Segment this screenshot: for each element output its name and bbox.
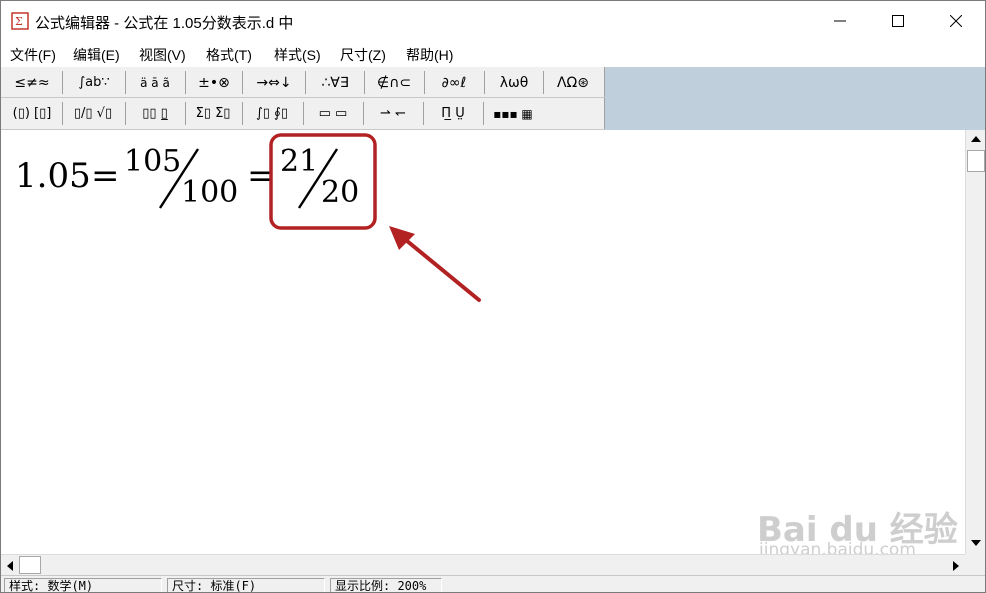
toolbar-divider: [423, 102, 424, 125]
menu-file[interactable]: 文件(F): [10, 45, 56, 65]
toolbar-divider: [185, 71, 186, 94]
watermark-url: jingyan.baidu.com: [759, 540, 916, 554]
menu-size[interactable]: 尺寸(Z): [340, 45, 386, 65]
arrow-symbols-button[interactable]: →⇔↓: [246, 70, 302, 95]
scrollbar-corner: [965, 554, 985, 575]
toolbar-divider: [242, 71, 243, 94]
labeled-arrow-templates-button[interactable]: ⇀ ↽: [367, 101, 419, 126]
toolbar-area: ≤≠≈ ∫ab∵ ä ā ã ±•⊗ →⇔↓ ∴∀∃ ∉∩⊂ ∂∞ℓ λωθ Λ…: [1, 67, 985, 130]
maximize-icon: [892, 15, 904, 27]
menu-help[interactable]: 帮助(H): [406, 45, 453, 65]
fraction1-denominator[interactable]: 100: [181, 175, 238, 210]
status-style: 样式: 数学(M): [4, 578, 162, 592]
subscript-superscript-templates-button[interactable]: ▯▯ ▯̲: [129, 101, 181, 126]
svg-text:Σ: Σ: [15, 15, 23, 28]
status-zoom: 显示比例: 200%: [330, 578, 442, 592]
toolbar-divider: [125, 102, 126, 125]
toolbar-divider: [364, 71, 365, 94]
embellishments-button[interactable]: ä ā ã: [129, 70, 181, 95]
products-set-templates-button[interactable]: Π̲ Ṳ: [427, 101, 479, 126]
toolbar-divider: [305, 71, 306, 94]
maximize-button[interactable]: [869, 1, 927, 41]
equation-lhs[interactable]: 1.05: [15, 156, 91, 196]
toolbar-divider: [62, 71, 63, 94]
minimize-button[interactable]: [811, 1, 869, 41]
window-title: 公式编辑器 - 公式在 1.05分数表示.d 中: [35, 15, 294, 32]
set-theory-symbols-button[interactable]: ∉∩⊂: [368, 70, 420, 95]
underbar-overbar-templates-button[interactable]: ▭ ▭: [307, 101, 359, 126]
toolbar-divider: [62, 102, 63, 125]
fraction-radical-templates-button[interactable]: ▯/▯ √▯: [67, 101, 119, 126]
spaces-ellipses-button[interactable]: ∫ab∵: [67, 70, 121, 95]
close-icon: [950, 15, 962, 27]
summation-templates-button[interactable]: Σ▯ Σ▯: [187, 101, 239, 126]
misc-symbols-button[interactable]: ∂∞ℓ: [428, 70, 480, 95]
menu-edit[interactable]: 编辑(E): [73, 45, 120, 65]
minimize-icon: [834, 20, 846, 22]
toolbar-divider: [484, 71, 485, 94]
toolbar-divider: [424, 71, 425, 94]
logical-symbols-button[interactable]: ∴∀∃: [309, 70, 361, 95]
toolbar-divider: [185, 102, 186, 125]
toolbar-divider: [363, 102, 364, 125]
operator-symbols-button[interactable]: ±•⊗: [189, 70, 239, 95]
scroll-right-icon[interactable]: [951, 560, 961, 572]
toolbar-divider: [483, 102, 484, 125]
menu-format[interactable]: 格式(T): [206, 45, 252, 65]
equation-canvas[interactable]: 1.05 = 105 100 = 21 20 Bai du 经验 jingyan…: [1, 130, 965, 554]
menu-view[interactable]: 视图(V): [139, 45, 186, 65]
greek-lowercase-button[interactable]: λωθ: [488, 70, 540, 95]
vertical-scrollbar[interactable]: [965, 130, 985, 554]
scroll-left-icon[interactable]: [5, 560, 15, 572]
vertical-scroll-thumb[interactable]: [967, 150, 985, 172]
greek-uppercase-button[interactable]: ΛΩ⊛: [547, 70, 599, 95]
toolbar-divider: [242, 102, 243, 125]
horizontal-scroll-thumb[interactable]: [19, 556, 41, 574]
close-button[interactable]: [927, 1, 985, 41]
red-arrow-icon: [389, 226, 481, 302]
equation-editor-window: Σ 公式编辑器 - 公式在 1.05分数表示.d 中 文件(F) 编辑(E) 视…: [0, 0, 986, 593]
symbol-palette-row: ≤≠≈ ∫ab∵ ä ā ã ±•⊗ →⇔↓ ∴∀∃ ∉∩⊂ ∂∞ℓ λωθ Λ…: [1, 67, 605, 98]
symbol-template-palette: ≤≠≈ ∫ab∵ ä ā ã ±•⊗ →⇔↓ ∴∀∃ ∉∩⊂ ∂∞ℓ λωθ Λ…: [1, 67, 605, 130]
highlight-box: [269, 133, 377, 230]
app-icon: Σ: [11, 12, 29, 30]
fence-templates-button[interactable]: (▯) [▯]: [7, 101, 57, 126]
template-palette-row: (▯) [▯] ▯/▯ √▯ ▯▯ ▯̲ Σ▯ Σ▯ ∫▯ ∮▯ ▭ ▭ ⇀ ↽…: [1, 98, 605, 130]
equals-sign[interactable]: =: [91, 156, 120, 196]
menu-bar: 文件(F) 编辑(E) 视图(V) 格式(T) 样式(S) 尺寸(Z) 帮助(H…: [1, 41, 985, 67]
title-bar: Σ 公式编辑器 - 公式在 1.05分数表示.d 中: [1, 1, 985, 41]
horizontal-scrollbar[interactable]: [1, 554, 965, 575]
scroll-up-icon[interactable]: [970, 134, 982, 144]
scroll-down-icon[interactable]: [970, 538, 982, 548]
toolbar-divider: [543, 71, 544, 94]
toolbar-divider: [125, 71, 126, 94]
toolbar-divider: [303, 102, 304, 125]
relational-symbols-button[interactable]: ≤≠≈: [7, 70, 57, 95]
menu-style[interactable]: 样式(S): [274, 45, 321, 65]
status-size: 尺寸: 标准(F): [167, 578, 325, 592]
integral-templates-button[interactable]: ∫▯ ∮▯: [246, 101, 298, 126]
status-bar: 样式: 数学(M) 尺寸: 标准(F) 显示比例: 200%: [1, 575, 985, 592]
matrix-templates-button[interactable]: ▪▪▪ ▦: [487, 101, 539, 126]
